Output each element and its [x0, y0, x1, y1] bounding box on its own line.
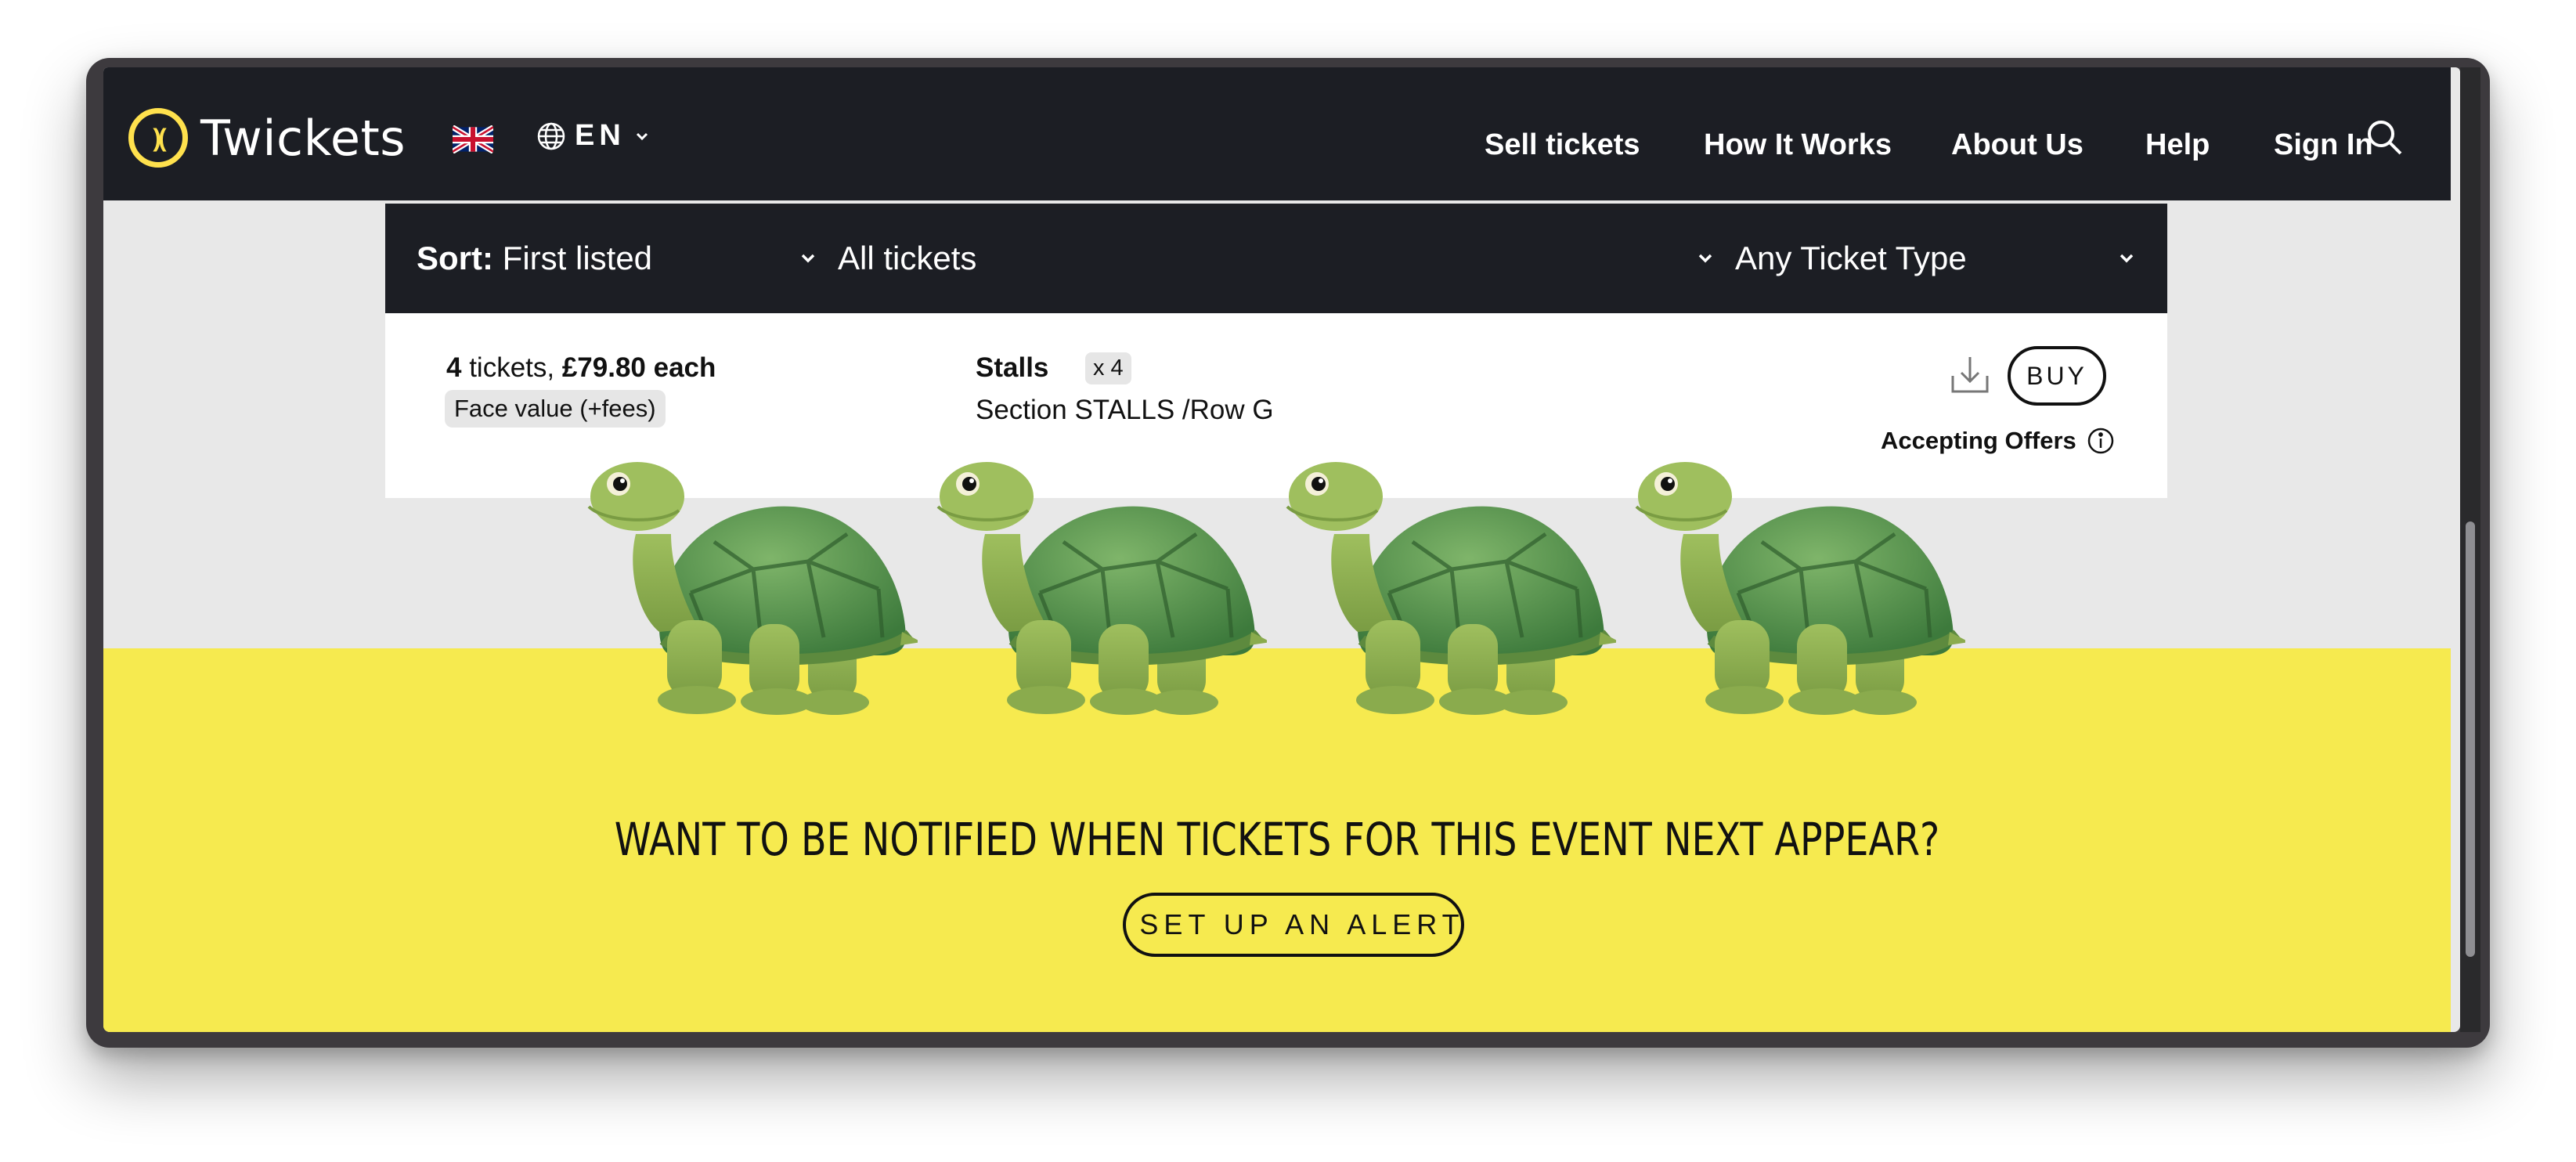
chevron-down-icon[interactable]	[1696, 251, 1715, 266]
browser-window: )( Twickets EN Sell tickets How It Works…	[86, 58, 2490, 1048]
nav-about-us[interactable]: About Us	[1951, 128, 2084, 162]
chevron-down-icon	[636, 132, 648, 140]
nav-sign-in[interactable]: Sign In	[2274, 128, 2373, 162]
nav-how-it-works[interactable]: How It Works	[1704, 128, 1892, 162]
alert-heading: WANT TO BE NOTIFIED WHEN TICKETS FOR THI…	[614, 813, 1940, 866]
chevron-down-icon[interactable]	[799, 251, 817, 266]
buy-button[interactable]: BUY	[2008, 346, 2106, 406]
top-navbar: )( Twickets EN Sell tickets How It Works…	[103, 67, 2451, 200]
nav-help[interactable]: Help	[2145, 128, 2210, 162]
language-selector[interactable]: EN	[536, 119, 651, 153]
turtle-illustration	[1621, 432, 1965, 722]
scrollbar[interactable]	[2460, 67, 2480, 1032]
face-value-badge: Face value (+fees)	[445, 390, 666, 428]
sort-label: Sort:	[417, 240, 493, 276]
listing-quantity-price: 4 tickets, £79.80 each	[446, 352, 716, 384]
scrollbar-thumb[interactable]	[2466, 521, 2475, 957]
area-count-badge: x 4	[1085, 352, 1131, 384]
language-label: EN	[575, 119, 626, 152]
sort-dropdown[interactable]: Sort: First listed	[417, 240, 652, 277]
turtle-illustration	[1272, 432, 1616, 722]
quantity-dropdown[interactable]: All tickets	[838, 240, 976, 277]
seating-area: Stalls	[976, 352, 1049, 383]
turtle-illustration	[922, 432, 1267, 722]
info-icon[interactable]	[2086, 426, 2116, 456]
brand-name: Twickets	[200, 109, 406, 167]
turtle-illustration	[573, 432, 918, 722]
set-up-alert-button[interactable]: SET UP AN ALERT	[1123, 893, 1464, 957]
download-icon	[1951, 357, 1989, 393]
search-icon[interactable]	[2365, 117, 2405, 158]
page-viewport: )( Twickets EN Sell tickets How It Works…	[103, 67, 2460, 1032]
ticket-price: £79.80 each	[561, 352, 716, 383]
nav-sell-tickets[interactable]: Sell tickets	[1485, 128, 1640, 162]
globe-icon	[537, 122, 565, 150]
seat-details: Section STALLS /Row G	[976, 395, 1274, 425]
filter-bar: Sort: First listed All tickets Any Ticke…	[385, 204, 2167, 313]
tickets-word: tickets,	[461, 352, 562, 383]
chevron-down-icon[interactable]	[2117, 251, 2136, 266]
uk-flag-icon[interactable]	[453, 125, 493, 153]
ticket-type-dropdown[interactable]: Any Ticket Type	[1735, 240, 1967, 277]
sort-value: First listed	[502, 240, 653, 276]
brand-logo[interactable]: )( Twickets	[128, 108, 406, 168]
set-up-alert-label: SET UP AN ALERT	[1139, 908, 1465, 940]
twickets-logo-icon: )(	[128, 108, 188, 168]
ticket-count: 4	[446, 352, 462, 383]
